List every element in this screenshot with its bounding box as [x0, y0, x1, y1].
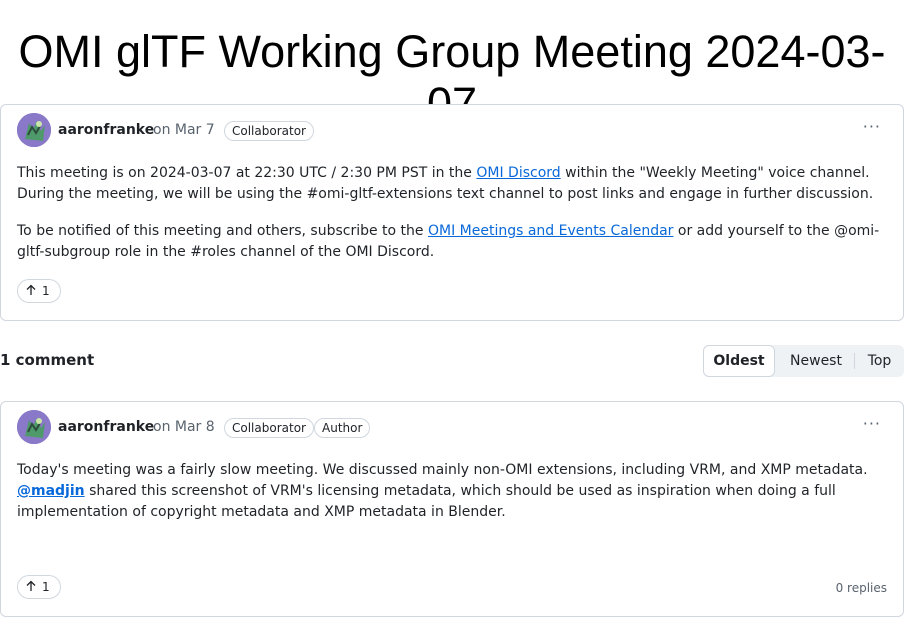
upvote-count: 1	[42, 284, 50, 298]
author-badge: Author	[314, 418, 371, 438]
upvote-button[interactable]: 1	[17, 575, 61, 599]
upvote-button[interactable]: 1	[17, 279, 61, 303]
sort-oldest-button[interactable]: Oldest	[703, 345, 775, 377]
author-name[interactable]: aaronfranke	[58, 419, 154, 435]
avatar[interactable]	[17, 113, 51, 147]
text-segment: shared this screenshot of VRM's licensin…	[17, 483, 836, 520]
discussion-post: aaronfranke on Mar 7 Collaborator ··· Th…	[0, 104, 904, 321]
sort-newest-button[interactable]: Newest	[777, 345, 855, 377]
avatar-image-icon	[17, 113, 51, 147]
avatar[interactable]	[17, 410, 51, 444]
avatar-image-icon	[17, 410, 51, 444]
collaborator-badge: Collaborator	[224, 121, 314, 141]
more-options-icon[interactable]: ···	[863, 414, 881, 433]
omi-discord-link[interactable]: OMI Discord	[476, 165, 560, 181]
calendar-link[interactable]: OMI Meetings and Events Calendar	[428, 223, 673, 239]
comment-date[interactable]: on Mar 8	[153, 419, 215, 435]
post-paragraph-1: This meeting is on 2024-03-07 at 22:30 U…	[17, 163, 885, 205]
comments-count: 1 comment	[0, 351, 95, 369]
upvote-count: 1	[42, 580, 50, 594]
text-segment: This meeting is on 2024-03-07 at 22:30 U…	[17, 165, 477, 181]
post-paragraph-2: To be notified of this meeting and other…	[17, 221, 885, 263]
post-date[interactable]: on Mar 7	[153, 122, 215, 138]
user-mention-link[interactable]: @madjin	[17, 483, 85, 499]
replies-count[interactable]: 0 replies	[836, 581, 887, 595]
text-segment: To be notified of this meeting and other…	[17, 223, 428, 239]
sort-toggle: Oldest Newest Top	[703, 345, 904, 377]
comment: aaronfranke on Mar 8 Collaborator Author…	[0, 401, 904, 617]
arrow-up-icon	[26, 580, 36, 591]
sort-top-button[interactable]: Top	[855, 345, 904, 377]
more-options-icon[interactable]: ···	[863, 117, 881, 136]
collaborator-badge: Collaborator	[224, 418, 314, 438]
comment-body: Today's meeting was a fairly slow meetin…	[17, 460, 885, 523]
author-name[interactable]: aaronfranke	[58, 122, 154, 138]
text-segment: Today's meeting was a fairly slow meetin…	[17, 462, 868, 478]
arrow-up-icon	[26, 284, 36, 295]
